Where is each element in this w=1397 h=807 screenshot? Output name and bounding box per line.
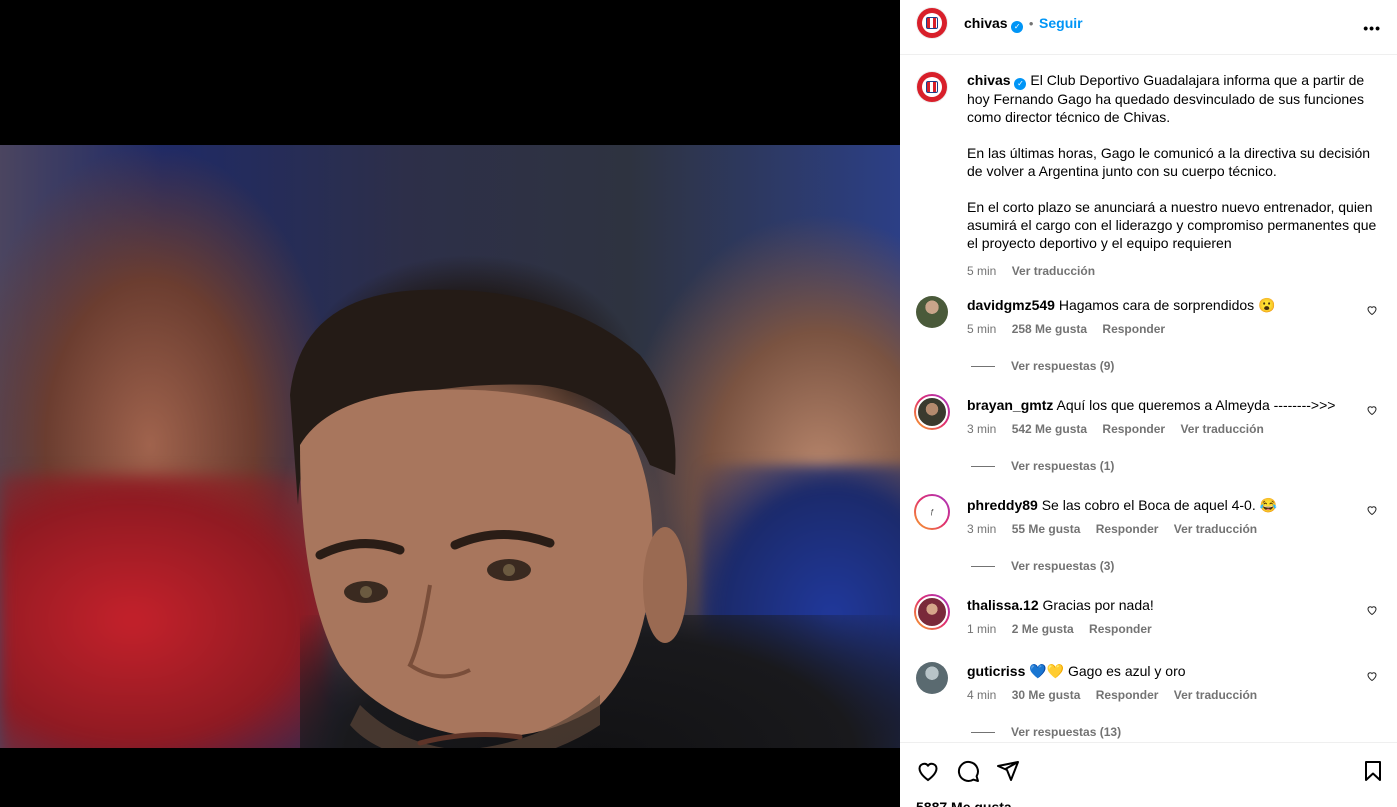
comment-translate-link[interactable]: Ver traducción	[1180, 422, 1263, 436]
post-photo[interactable]	[0, 145, 900, 748]
comment-reply-button[interactable]: Responder	[1089, 622, 1152, 636]
commenter-avatar[interactable]: ƒ	[914, 494, 950, 530]
caption-username[interactable]: chivas	[967, 72, 1011, 88]
post-side-panel: chivas ✓ • Seguir ••• chivas ✓ El Club D…	[900, 0, 1397, 807]
caption-translate-link[interactable]: Ver traducción	[1012, 264, 1095, 278]
like-comment-heart-icon[interactable]	[1366, 304, 1378, 316]
comment-text: Gracias por nada!	[1042, 597, 1154, 613]
comment-likes[interactable]: 55 Me gusta	[1012, 522, 1081, 536]
verified-badge-icon: ✓	[1014, 78, 1027, 90]
comment-translate-link[interactable]: Ver traducción	[1174, 688, 1257, 702]
comment-likes[interactable]: 542 Me gusta	[1012, 422, 1087, 436]
comment-text: 💙💛 Gago es azul y oro	[1029, 663, 1186, 679]
comment-likes[interactable]: 258 Me gusta	[1012, 322, 1087, 336]
caption-paragraph-1: El Club Deportivo Guadalajara informa qu…	[967, 72, 1365, 125]
comment-username[interactable]: davidgmz549	[967, 297, 1055, 313]
chivas-avatar[interactable]	[916, 7, 948, 39]
commenter-avatar[interactable]	[914, 594, 950, 630]
comment-time[interactable]: 1 min	[967, 622, 996, 636]
caption-paragraph-2: En las últimas horas, Gago le comunicó a…	[967, 145, 1371, 179]
comments-list[interactable]: chivas ✓ El Club Deportivo Guadalajara i…	[900, 56, 1397, 742]
chivas-crest-icon	[926, 81, 938, 93]
save-bookmark-icon[interactable]	[1361, 759, 1385, 783]
comment-likes[interactable]: 2 Me gusta	[1012, 622, 1074, 636]
post-header: chivas ✓ • Seguir •••	[900, 0, 1397, 55]
like-comment-heart-icon[interactable]	[1366, 604, 1378, 616]
comment-time[interactable]: 3 min	[967, 422, 996, 436]
view-replies-link[interactable]: Ver respuestas (3)	[971, 559, 1114, 573]
comment-reply-button[interactable]: Responder	[1096, 522, 1159, 536]
comment-text: Hagamos cara de sorprendidos 😮	[1058, 297, 1276, 313]
like-comment-heart-icon[interactable]	[1366, 404, 1378, 416]
comment-username[interactable]: brayan_gmtz	[967, 397, 1053, 413]
view-replies-link[interactable]: Ver respuestas (9)	[971, 359, 1114, 373]
like-comment-heart-icon[interactable]	[1366, 670, 1378, 682]
photo-subject	[290, 289, 687, 748]
commenter-avatar[interactable]	[914, 394, 950, 430]
commenter-avatar[interactable]	[916, 296, 948, 328]
comment-reply-button[interactable]: Responder	[1102, 422, 1165, 436]
comment-reply-button[interactable]: Responder	[1096, 688, 1159, 702]
comment-likes[interactable]: 30 Me gusta	[1012, 688, 1081, 702]
caption-paragraph-3: En el corto plazo se anunciará a nuestro…	[967, 199, 1377, 251]
post-actions-bar: 5887 Me gusta	[900, 742, 1397, 807]
comment-username[interactable]: guticriss	[967, 663, 1025, 679]
comment-bubble-icon[interactable]	[956, 759, 980, 783]
comment-time[interactable]: 3 min	[967, 522, 996, 536]
share-send-icon[interactable]	[996, 759, 1020, 783]
comment-username[interactable]: thalissa.12	[967, 597, 1039, 613]
verified-badge-icon: ✓	[1011, 21, 1024, 33]
caption-chivas-avatar[interactable]	[916, 71, 948, 103]
comment-time[interactable]: 5 min	[967, 322, 996, 336]
like-heart-icon[interactable]	[916, 759, 940, 783]
post-author-username[interactable]: chivas	[964, 15, 1008, 31]
more-options-icon[interactable]: •••	[1363, 20, 1381, 36]
comment-time[interactable]: 4 min	[967, 688, 996, 702]
caption-time[interactable]: 5 min	[967, 264, 996, 278]
view-replies-link[interactable]: Ver respuestas (13)	[971, 725, 1121, 739]
like-comment-heart-icon[interactable]	[1366, 504, 1378, 516]
phreddy-logo-icon: ƒ	[916, 496, 948, 528]
comment-username[interactable]: phreddy89	[967, 497, 1038, 513]
comment-text: Aquí los que queremos a Almeyda --------…	[1056, 397, 1336, 413]
view-replies-link[interactable]: Ver respuestas (1)	[971, 459, 1114, 473]
chivas-crest-icon	[926, 17, 938, 29]
follow-button[interactable]: Seguir	[1039, 15, 1083, 31]
comment-translate-link[interactable]: Ver traducción	[1174, 522, 1257, 536]
comment-text: Se las cobro el Boca de aquel 4-0. 😂	[1041, 497, 1278, 513]
commenter-avatar[interactable]	[916, 662, 948, 694]
post-likes-count[interactable]: 5887 Me gusta	[916, 799, 1012, 807]
comment-reply-button[interactable]: Responder	[1102, 322, 1165, 336]
post-media	[0, 0, 900, 807]
